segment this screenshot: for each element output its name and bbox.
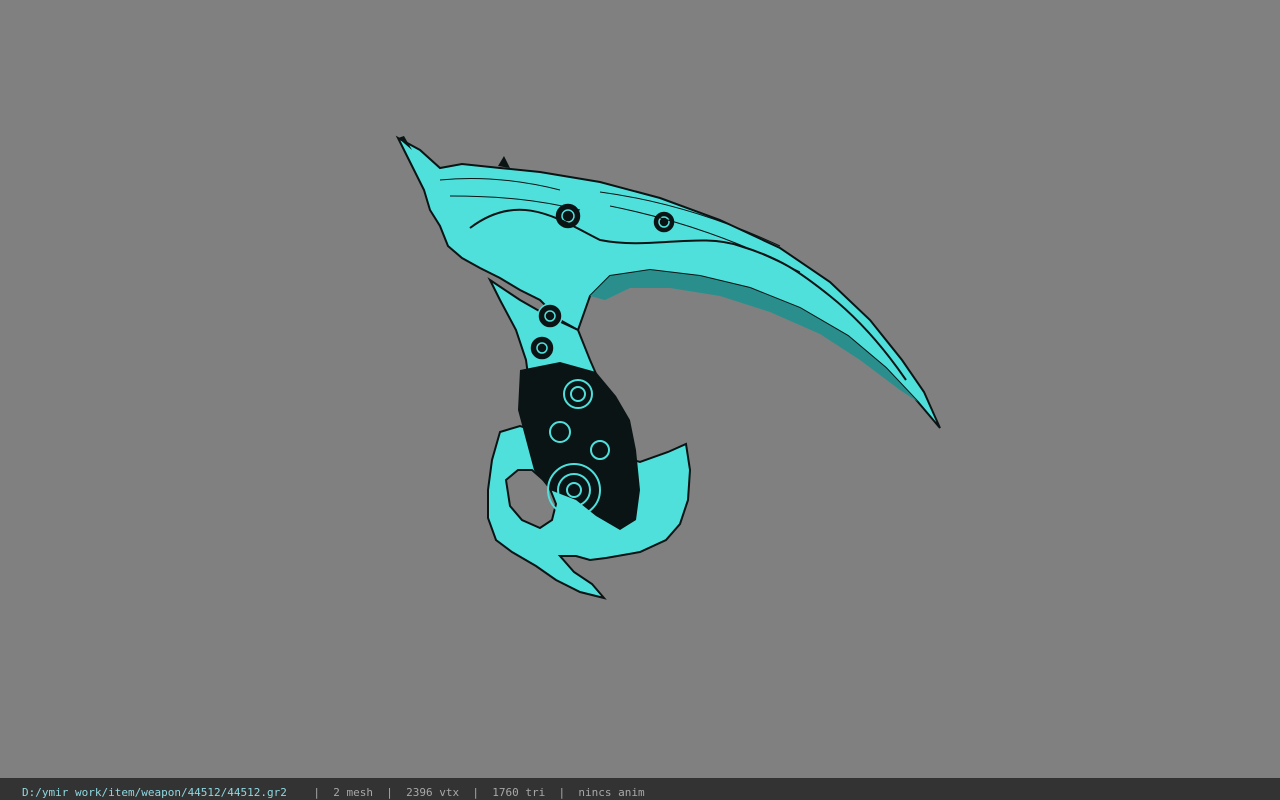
blade-spike <box>498 156 510 168</box>
status-animation: nincs anim <box>578 786 645 799</box>
status-triangle-count: 1760 tri <box>492 786 546 799</box>
status-separator: | <box>472 786 480 799</box>
status-separator: | <box>558 786 566 799</box>
status-file-path: D:/ymir work/item/weapon/44512/44512.gr2 <box>22 786 287 799</box>
status-mesh-count: 2 mesh <box>333 786 374 799</box>
scythe-model[interactable] <box>0 0 1280 778</box>
3d-viewport[interactable] <box>0 0 1280 778</box>
status-vertex-count: 2396 vtx <box>406 786 460 799</box>
status-bar: D:/ymir work/item/weapon/44512/44512.gr2… <box>0 778 1280 800</box>
status-separator: | <box>313 786 321 799</box>
status-separator: | <box>386 786 393 799</box>
